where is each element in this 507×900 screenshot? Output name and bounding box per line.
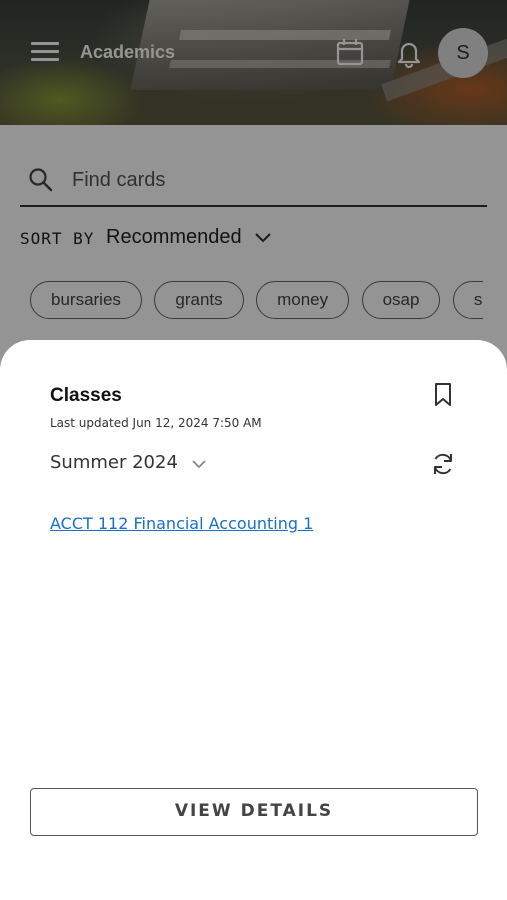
- term-select[interactable]: Summer 2024: [50, 450, 250, 478]
- view-details-button[interactable]: VIEW DETAILS: [30, 788, 478, 836]
- term-value[interactable]: Summer 2024: [50, 452, 178, 473]
- chevron-down-icon[interactable]: [191, 459, 207, 470]
- classes-bottom-sheet: Classes Last updated Jun 12, 2024 7:50 A…: [0, 340, 507, 900]
- sheet-title: Classes: [50, 385, 122, 406]
- refresh-icon[interactable]: [430, 451, 456, 477]
- class-link[interactable]: ACCT 112 Financial Accounting 1: [50, 514, 313, 533]
- bookmark-icon[interactable]: [431, 382, 455, 408]
- last-updated-text: Last updated Jun 12, 2024 7:50 AM: [50, 416, 262, 430]
